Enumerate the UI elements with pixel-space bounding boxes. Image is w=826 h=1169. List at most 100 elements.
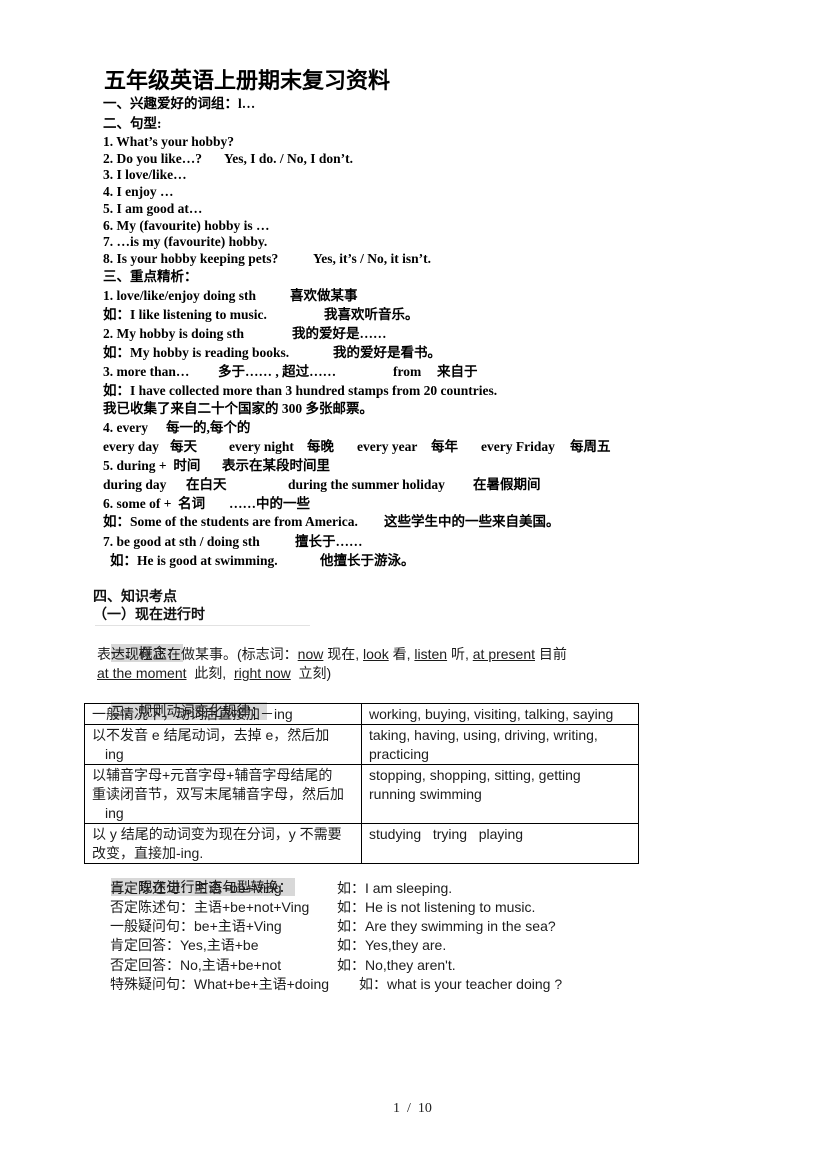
example-cn: 在暑假期间	[473, 477, 541, 492]
concept-intro: 表达现在正在做某事。(标志词：	[97, 646, 298, 662]
key-phrase: 4. every	[103, 420, 148, 435]
marker-word: listen	[414, 646, 448, 662]
part1-heading: 一、兴趣爱好的词组：l…	[103, 96, 256, 111]
key-phrase: 6. some of + 名词	[103, 496, 206, 511]
key-meaning: 喜欢做某事	[290, 288, 358, 303]
sentence-item: 1. What’s your hobby?	[103, 134, 235, 149]
table-row: 以辅音字母+元音字母+辅音字母结尾的 重读闭音节，双写末尾辅音字母，然后加 in…	[84, 764, 639, 824]
part4-subheading: （一）现在进行时	[93, 606, 205, 622]
example-cn: 我喜欢听音乐。	[324, 307, 419, 322]
example-cn: 每晚	[307, 439, 334, 454]
key-phrase: 2. My hobby is doing sth	[103, 326, 245, 341]
examples-cell: stopping, shopping, sitting, getting run…	[361, 764, 639, 824]
rule-cell: 以不发音 e 结尾动词，去掉 e，然后加 ing	[84, 724, 362, 765]
transform-row: 否定陈述句：主语+be+not+Ving 如：He is not listeni…	[110, 898, 610, 916]
key-phrase: 5. during + 时间	[103, 458, 201, 473]
key-meaning: 表示在某段时间里	[222, 458, 330, 473]
key-point: 3. more than… 多于…… , 超过…… from 来自于	[103, 363, 603, 381]
example-en: every year	[357, 439, 418, 454]
marker-meaning: 看,	[388, 646, 415, 662]
rules-heading: 二、规则动词变化规律：	[95, 684, 267, 720]
example-en: every Friday	[481, 439, 555, 454]
document-page: 五年级英语上册期末复习资料 一、兴趣爱好的词组：l… 二、句型: 1. What…	[0, 0, 826, 1169]
part2-heading: 二、句型:	[103, 116, 162, 131]
pattern-example: 如：what is your teacher doing ?	[359, 976, 563, 992]
marker-meaning: 目前	[535, 646, 567, 662]
pattern-example: 如：He is not listening to music.	[337, 899, 536, 915]
key-meaning: 擅长于……	[295, 534, 363, 549]
key-point: 4. every 每一的,每个的	[103, 419, 503, 437]
rule-cell: 以辅音字母+元音字母+辅音字母结尾的 重读闭音节，双写末尾辅音字母，然后加 in…	[84, 764, 362, 824]
sentence-answer: Yes, it’s / No, it isn’t.	[313, 251, 431, 266]
transform-row: 肯定陈述句：主语+be+Ving 如：I am sleeping.	[110, 879, 610, 897]
example-en: 如：I like listening to music.	[103, 307, 267, 322]
key-example: 如：I like listening to music. 我喜欢听音乐。	[103, 306, 603, 324]
key-point: 7. be good at sth / doing sth 擅长于……	[103, 533, 503, 551]
sentence-answer: Yes, I do. / No, I don’t.	[224, 151, 354, 166]
sentence-pattern: 特殊疑问句：What+be+主语+doing	[110, 976, 330, 992]
transform-row: 特殊疑问句：What+be+主语+doing 如：what is your te…	[110, 975, 610, 993]
sentence-pattern: 肯定陈述句：主语+be+Ving	[110, 880, 282, 896]
transform-heading: 三、现在进行时态句型转换：	[95, 860, 295, 896]
example-cn: 每周五	[570, 439, 611, 454]
concept-text-line: 表达现在正在做某事。(标志词：now 现在, look 看, listen 听,…	[97, 645, 567, 663]
example-en: 如：My hobby is reading books.	[103, 345, 290, 360]
table-row: 以 y 结尾的动词变为现在分词，y 不需要 改变，直接加-ing. studyi…	[84, 823, 639, 864]
sentence-item: 8. Is your hobby keeping pets? Yes, it’s…	[103, 250, 553, 268]
key-example-cn: 我已收集了来自二十个国家的 300 多张邮票。	[103, 401, 373, 416]
marker-word: now	[297, 646, 324, 662]
example-cn: 这些学生中的一些来自美国。	[384, 514, 560, 529]
transform-row: 肯定回答：Yes,主语+be 如：Yes,they are.	[110, 936, 610, 954]
key-examples-row: during day 在白天 during the summer holiday…	[103, 476, 603, 494]
key-phrase: 3. more than…	[103, 364, 190, 379]
key-meaning: 多于…… , 超过……	[218, 364, 337, 379]
key-phrase: 1. love/like/enjoy doing sth	[103, 288, 257, 303]
marker-word: at the moment	[97, 665, 187, 681]
example-en: during the summer holiday	[288, 477, 445, 492]
example-cn: 每年	[431, 439, 458, 454]
rule-line: 重读闭音节，双写末尾辅音字母，然后加	[92, 786, 344, 802]
example-cn: 每天	[170, 439, 197, 454]
examples-line: working, buying, visiting, talking, sayi…	[369, 706, 614, 722]
example-en: 如：Some of the students are from America.	[103, 514, 358, 529]
examples-line: studying trying playing	[369, 826, 524, 842]
rule-line: ing	[105, 805, 124, 821]
sentence-question: 8. Is your hobby keeping pets?	[103, 251, 279, 266]
key-point: 1. love/like/enjoy doing sth 喜欢做某事	[103, 287, 603, 305]
example-en: every night	[229, 439, 294, 454]
table-row: 一般情况下，动词后直接加－ing working, buying, visiti…	[84, 703, 639, 725]
key-point: 5. during + 时间 表示在某段时间里	[103, 457, 503, 475]
key-example: 如：I have collected more than 3 hundred s…	[103, 383, 498, 398]
examples-cell: taking, having, using, driving, writing,…	[361, 724, 639, 765]
key-example: 如：He is good at swimming. 他擅长于游泳。	[110, 552, 510, 570]
sentence-item: 3. I love/like…	[103, 167, 187, 182]
transform-row: 一般疑问句：be+主语+Ving 如：Are they swimming in …	[110, 917, 610, 935]
marker-meaning: 现在,	[323, 646, 364, 662]
key-examples-row: every day 每天 every night 每晚 every year 每…	[103, 438, 623, 456]
sentence-item: 7. …is my (favourite) hobby.	[103, 234, 268, 249]
key-extra-word: from	[393, 364, 422, 379]
sentence-pattern: 一般疑问句：be+主语+Ving	[110, 918, 282, 934]
pattern-example: 如：I am sleeping.	[337, 880, 453, 896]
key-example: 如：My hobby is reading books. 我的爱好是看书。	[103, 344, 603, 362]
example-cn: 在白天	[186, 477, 227, 492]
marker-word: look	[363, 646, 389, 662]
rule-cell: 一般情况下，动词后直接加－ing	[84, 703, 362, 725]
key-meaning: ……中的一些	[229, 496, 310, 511]
sentence-item: 4. I enjoy …	[103, 184, 174, 199]
key-point: 6. some of + 名词 ……中的一些	[103, 495, 503, 513]
examples-line: practicing	[369, 746, 429, 762]
pattern-example: 如：Are they swimming in the sea?	[337, 918, 556, 934]
examples-line: stopping, shopping, sitting, getting	[369, 767, 581, 783]
examples-cell: studying trying playing	[361, 823, 639, 864]
key-extra-meaning: 来自于	[437, 364, 478, 379]
examples-line: taking, having, using, driving, writing,	[369, 727, 598, 743]
example-en: every day	[103, 439, 159, 454]
key-meaning: 我的爱好是……	[292, 326, 387, 341]
rule-line: 以辅音字母+元音字母+辅音字母结尾的	[92, 767, 333, 783]
verb-ing-rules-table: 一般情况下，动词后直接加－ing working, buying, visiti…	[84, 703, 639, 864]
concept-heading: 一、概念：	[95, 626, 183, 662]
page-number: 1 / 10	[393, 1101, 432, 1116]
part3-heading: 三、重点精析：	[103, 269, 198, 284]
rule-cell: 以 y 结尾的动词变为现在分词，y 不需要 改变，直接加-ing.	[84, 823, 362, 864]
